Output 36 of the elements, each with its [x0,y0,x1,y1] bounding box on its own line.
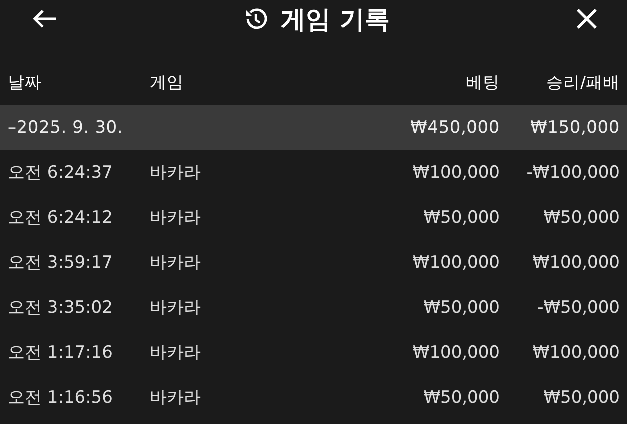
game-cell-text: 바카라 [150,387,202,409]
total-bet-text: ₩450,000 [409,118,500,138]
result-cell-text: ₩100,000 [532,342,620,362]
column-header: 날짜 [8,72,43,94]
game-cell-text: 바카라 [150,252,202,274]
history-icon [243,6,270,32]
column-header: 게임 [150,72,185,94]
bet-cell-text: ₩100,000 [412,342,500,362]
time-cell-text: 오전 3:59:17 [8,252,114,274]
total-result-text: ₩150,000 [529,118,620,138]
game-cell-text: 바카라 [150,342,202,364]
time-cell-text: 오전 1:16:56 [8,387,114,409]
game-cell-text: 바카라 [150,207,202,229]
back-arrow-icon[interactable] [32,9,58,29]
result-cell-text: ₩50,000 [542,208,620,228]
result-cell-text: -₩50,000 [536,298,620,318]
bet-cell-text: ₩50,000 [422,388,500,408]
close-icon[interactable] [575,7,599,31]
time-cell-text: 오전 6:24:37 [8,162,114,184]
window-title: 게임 기록 [281,4,390,36]
time-cell-text: 오전 3:35:02 [8,297,114,319]
result-cell-text: ₩50,000 [542,388,620,408]
result-cell-text: -₩100,000 [526,162,620,182]
bet-cell-text: ₩100,000 [412,252,500,272]
bet-cell-text: ₩50,000 [422,208,500,228]
column-header: 베팅 [465,72,500,94]
column-header: 승리/패배 [545,72,620,94]
result-cell-text: ₩100,000 [532,252,620,272]
date-text: –2025. 9. 30. [8,118,124,138]
bet-cell-text: ₩100,000 [412,162,500,182]
game-cell-text: 바카라 [150,297,202,319]
time-cell-text: 오전 6:24:12 [8,207,114,229]
date-group-row[interactable]: –2025. 9. 30. ₩450,000 ₩150,000 [0,105,627,150]
time-cell-text: 오전 1:17:16 [8,342,114,364]
bet-cell-text: ₩50,000 [422,298,500,318]
game-cell-text: 바카라 [150,162,202,184]
